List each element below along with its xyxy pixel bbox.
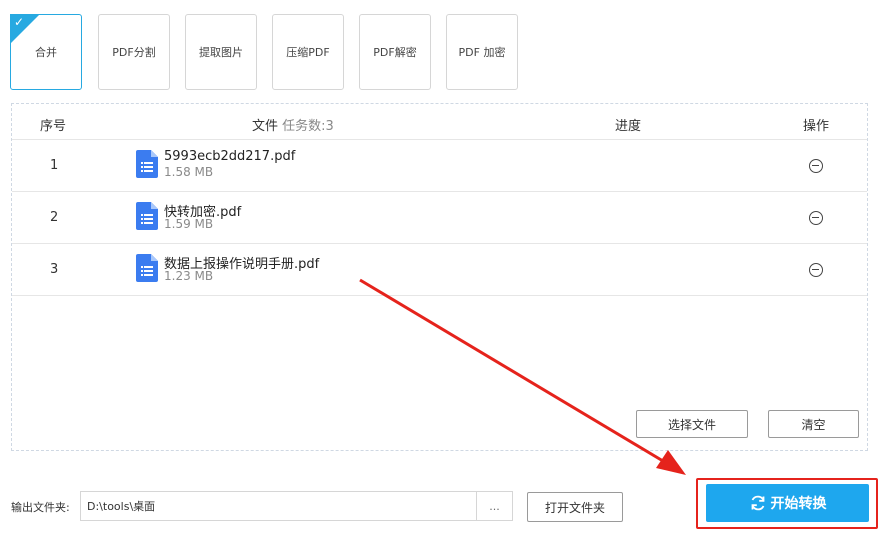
- tab-label: PDF分割: [112, 46, 156, 59]
- tab-label: PDF 加密: [458, 46, 506, 59]
- file-size: 1.59 MB: [164, 217, 214, 231]
- refresh-icon: [751, 495, 764, 511]
- start-convert-label: 开始转换: [770, 496, 827, 512]
- table-row: 1 5993ecb2dd217.pdf 1.58 MB: [12, 140, 867, 192]
- tab-pdf-decrypt[interactable]: PDF解密: [359, 14, 431, 90]
- file-size: 1.23 MB: [164, 269, 214, 283]
- tab-label: 压缩PDF: [286, 46, 330, 59]
- header-file: 文件 任务数:3: [252, 115, 334, 134]
- row-index: 2: [50, 210, 59, 225]
- header-progress: 进度: [615, 119, 642, 134]
- header-file-label: 文件: [252, 119, 279, 134]
- row-index: 1: [50, 158, 59, 173]
- file-name: 5993ecb2dd217.pdf: [164, 149, 296, 164]
- row-index: 3: [50, 262, 59, 277]
- tab-compress-pdf[interactable]: 压缩PDF: [272, 14, 344, 90]
- tab-label: 合并: [35, 46, 57, 59]
- pdf-file-icon: [136, 202, 158, 230]
- file-table: 序号 文件 任务数:3 进度 操作 1 5993ecb2dd217.pdf 1.…: [11, 103, 868, 451]
- tab-merge[interactable]: ✓ 合并: [10, 14, 82, 90]
- task-count: 任务数:3: [282, 119, 334, 134]
- browse-button[interactable]: ...: [476, 491, 513, 521]
- tab-extract-images[interactable]: 提取图片: [185, 14, 257, 90]
- output-folder-label: 输出文件夹:: [11, 501, 70, 514]
- clear-button[interactable]: 清空: [768, 410, 859, 438]
- tab-label: PDF解密: [373, 46, 417, 59]
- tab-label: 提取图片: [199, 46, 243, 59]
- table-row: 2 快转加密.pdf 1.59 MB: [12, 192, 867, 244]
- remove-icon[interactable]: [809, 159, 823, 173]
- file-size: 1.58 MB: [164, 165, 214, 179]
- remove-icon[interactable]: [809, 263, 823, 277]
- output-path-input[interactable]: [80, 491, 477, 521]
- tab-pdf-split[interactable]: PDF分割: [98, 14, 170, 90]
- pdf-file-icon: [136, 150, 158, 178]
- table-row: 3 数据上报操作说明手册.pdf 1.23 MB: [12, 244, 867, 296]
- start-convert-button[interactable]: 开始转换: [706, 484, 869, 522]
- header-action: 操作: [803, 119, 830, 134]
- tab-pdf-encrypt[interactable]: PDF 加密: [446, 14, 518, 90]
- check-icon: ✓: [14, 15, 25, 29]
- select-files-button[interactable]: 选择文件: [636, 410, 748, 438]
- table-header: 序号 文件 任务数:3 进度 操作: [12, 104, 867, 140]
- header-index: 序号: [40, 119, 67, 134]
- open-folder-button[interactable]: 打开文件夹: [527, 492, 623, 522]
- remove-icon[interactable]: [809, 211, 823, 225]
- pdf-file-icon: [136, 254, 158, 282]
